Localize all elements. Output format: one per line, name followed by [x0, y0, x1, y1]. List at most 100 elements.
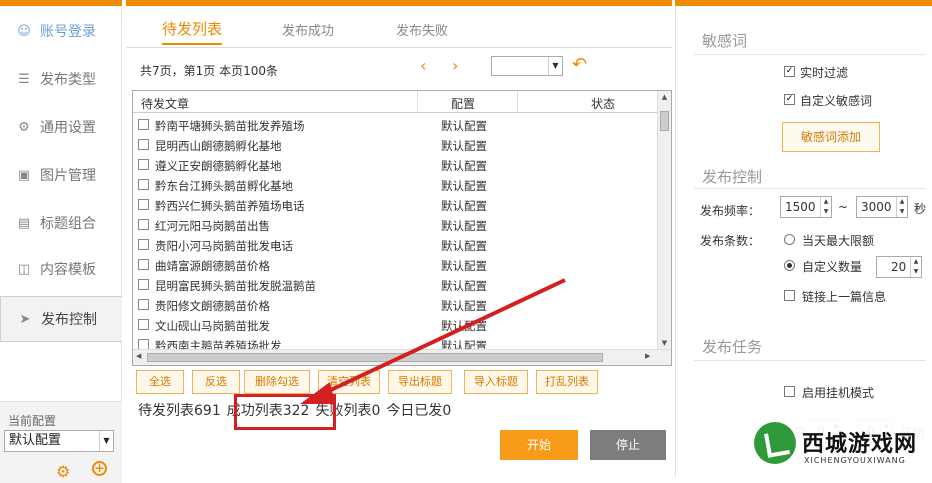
table-row[interactable]: 黔南平塘狮头鹅苗批发养殖场 默认配置: [133, 115, 657, 135]
config-select[interactable]: 默认配置 ▼: [4, 430, 114, 452]
config-select-value: 默认配置: [9, 433, 62, 448]
scroll-left-icon[interactable]: ◀: [136, 352, 141, 360]
table-row[interactable]: 昆明富民狮头鹅苗批发脱温鹅苗 默认配置: [133, 275, 657, 295]
scroll-down-icon[interactable]: ▼: [658, 339, 671, 347]
spinner-icon[interactable]: ▲▼: [896, 197, 907, 217]
custom-sensitive-label: 自定义敏感词: [800, 94, 873, 108]
spinner-icon[interactable]: ▲▼: [910, 257, 921, 277]
prev-page-icon[interactable]: ‹: [420, 56, 426, 75]
row-checkbox[interactable]: [138, 239, 149, 250]
row-checkbox[interactable]: [138, 199, 149, 210]
export-titles-button[interactable]: 导出标题: [388, 370, 452, 394]
next-page-icon[interactable]: ›: [452, 56, 458, 75]
sidebar-item-content-template[interactable]: ◫ 内容模板: [0, 246, 122, 292]
template-icon: ◫: [17, 261, 31, 277]
row-checkbox[interactable]: [138, 279, 149, 290]
scroll-right-icon[interactable]: ▶: [645, 352, 650, 360]
custom-sensitive-checkbox[interactable]: ✓: [784, 94, 795, 105]
table-row[interactable]: 贵阳修文朗德鹅苗价格 默认配置: [133, 295, 657, 315]
max-limit-radio[interactable]: [784, 234, 795, 245]
table-row[interactable]: 曲靖富源朗德鹅苗价格 默认配置: [133, 255, 657, 275]
sidebar-item-publish-type[interactable]: ☰ 发布类型: [0, 56, 122, 102]
settings-gear-icon[interactable]: ⚙: [56, 462, 70, 481]
custom-count-radio[interactable]: [784, 260, 795, 271]
table-row[interactable]: 遵义正安朗德鹅孵化基地 默认配置: [133, 155, 657, 175]
back-arrow-icon[interactable]: ↶: [572, 54, 587, 75]
add-sensitive-button[interactable]: 敏感词添加: [782, 122, 880, 152]
row-title: 黔西兴仁狮头鹅苗养殖场电话: [155, 199, 305, 213]
watermark-logo-icon: [754, 422, 796, 464]
row-checkbox[interactable]: [138, 119, 149, 130]
link-prev-label: 链接上一篇信息: [802, 290, 887, 304]
freq-max-input[interactable]: 3000 ▲ ▼: [856, 196, 908, 218]
table-row[interactable]: 红河元阳马岗鹅苗出售 默认配置: [133, 215, 657, 235]
freq-min-input[interactable]: 1500 ▲ ▼: [780, 196, 832, 218]
sidebar-item-label: 内容模板: [40, 262, 96, 278]
custom-count-input[interactable]: 20 ▲ ▼: [876, 256, 922, 278]
realtime-filter-checkbox[interactable]: ✓: [784, 66, 795, 77]
send-icon: ➤: [19, 311, 31, 327]
tab-success[interactable]: 发布成功: [282, 20, 334, 39]
sidebar-item-label: 发布控制: [41, 312, 97, 328]
row-config: 默认配置: [441, 139, 487, 153]
row-checkbox[interactable]: [138, 319, 149, 330]
column-header-config[interactable]: 配置: [451, 95, 475, 112]
sidebar-item-account-login[interactable]: ☺ 账号登录: [0, 8, 122, 54]
row-config: 默认配置: [441, 159, 487, 173]
table-row[interactable]: 昆明西山朗德鹅孵化基地 默认配置: [133, 135, 657, 155]
table-row[interactable]: 文山砚山马岗鹅苗批发 默认配置: [133, 315, 657, 335]
custom-count-value: 20: [891, 260, 907, 274]
row-checkbox[interactable]: [138, 259, 149, 270]
column-header-status[interactable]: 状态: [591, 95, 615, 112]
list-icon: ☰: [18, 71, 30, 87]
row-title: 贵阳小河马岗鹅苗批发电话: [155, 239, 293, 253]
pending-articles-table: 待发文章 配置 状态 黔南平塘狮头鹅苗批发养殖场 默认配置 昆明西山朗德鹅孵化基地默…: [132, 90, 672, 366]
row-checkbox[interactable]: [138, 299, 149, 310]
sidebar-item-title-combo[interactable]: ▤ 标题组合: [0, 200, 122, 246]
row-checkbox[interactable]: [138, 179, 149, 190]
import-titles-button[interactable]: 导入标题: [464, 370, 528, 394]
watermark: 西城游戏网 XICHENGYOUXIWANG: [748, 412, 932, 477]
table-row[interactable]: 黔东台江狮头鹅苗孵化基地 默认配置: [133, 175, 657, 195]
row-config: 默认配置: [441, 259, 487, 273]
current-config-label: 当前配置: [8, 414, 57, 428]
row-config: 默认配置: [441, 299, 487, 313]
start-button[interactable]: 开始: [500, 430, 578, 460]
table-row[interactable]: 贵阳小河马岗鹅苗批发电话 默认配置: [133, 235, 657, 255]
scroll-thumb[interactable]: [147, 353, 603, 362]
custom-count-label: 自定义数量: [802, 260, 863, 274]
row-config: 默认配置: [441, 319, 487, 333]
sidebar-item-general-settings[interactable]: ⚙ 通用设置: [0, 104, 122, 150]
row-checkbox[interactable]: [138, 139, 149, 150]
select-all-button[interactable]: 全选: [136, 370, 184, 394]
scroll-up-icon[interactable]: ▲: [658, 93, 671, 101]
freq-unit: 秒: [914, 202, 927, 216]
sidebar-item-label: 图片管理: [40, 168, 96, 184]
scroll-thumb[interactable]: [660, 111, 669, 131]
sidebar: ☺ 账号登录 ☰ 发布类型 ⚙ 通用设置 ▣ 图片管理 ▤ 标题组合 ◫ 内容模…: [0, 6, 122, 483]
vertical-scrollbar[interactable]: ▲ ▼: [657, 91, 671, 349]
clear-list-button[interactable]: 清空列表: [318, 370, 380, 394]
invert-selection-button[interactable]: 反选: [192, 370, 240, 394]
stop-button[interactable]: 停止: [590, 430, 666, 460]
sidebar-item-publish-control[interactable]: ➤ 发布控制: [0, 296, 122, 342]
link-prev-checkbox[interactable]: [784, 290, 795, 301]
tab-failed[interactable]: 发布失败: [396, 20, 448, 39]
tab-pending[interactable]: 待发列表: [162, 18, 223, 45]
max-limit-label: 当天最大限额: [802, 234, 875, 248]
shuffle-list-button[interactable]: 打乱列表: [536, 370, 598, 394]
row-checkbox[interactable]: [138, 159, 149, 170]
freq-tilde: ~: [838, 200, 849, 214]
freq-label: 发布频率：: [700, 204, 761, 218]
table-row[interactable]: 黔西兴仁狮头鹅苗养殖场电话 默认配置: [133, 195, 657, 215]
hang-mode-checkbox[interactable]: [784, 386, 795, 397]
row-checkbox[interactable]: [138, 219, 149, 230]
column-header-article[interactable]: 待发文章: [141, 95, 189, 112]
spinner-icon[interactable]: ▲▼: [820, 197, 831, 217]
page-select[interactable]: ▼: [491, 56, 563, 76]
row-title: 红河元阳马岗鹅苗出售: [155, 219, 270, 233]
delete-checked-button[interactable]: 删除勾选: [244, 370, 310, 394]
horizontal-scrollbar[interactable]: ◀ ▶: [133, 349, 671, 365]
sidebar-item-image-management[interactable]: ▣ 图片管理: [0, 152, 122, 198]
add-config-icon[interactable]: +: [92, 461, 107, 476]
